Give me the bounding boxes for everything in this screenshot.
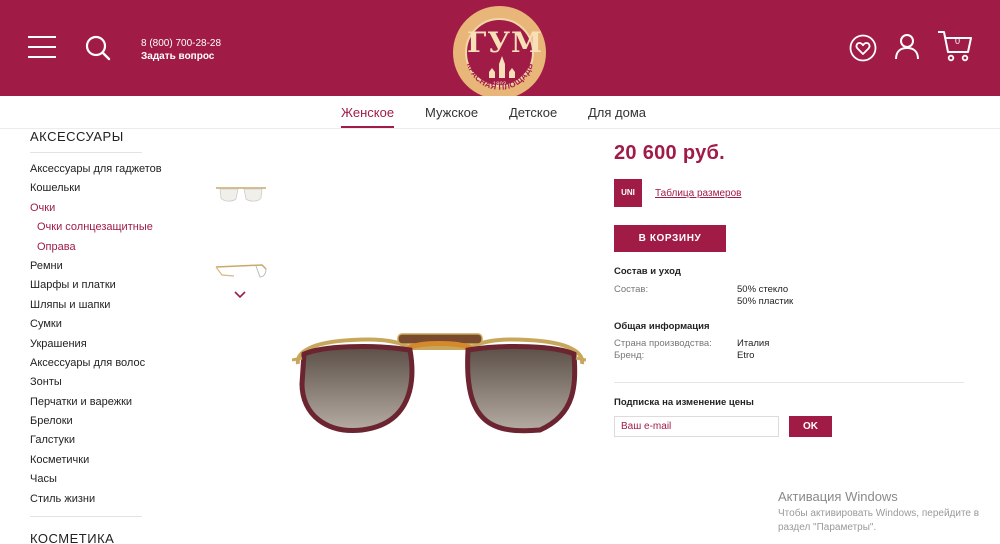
sidebar-item-watches[interactable]: Часы xyxy=(30,473,210,492)
nav-tab-kids[interactable]: Детское xyxy=(509,105,557,120)
sidebar-next-title[interactable]: КОСМЕТИКА xyxy=(30,531,114,544)
country-value: Италия xyxy=(737,338,770,349)
menu-icon[interactable] xyxy=(28,36,56,58)
product-price: 20 600 руб. xyxy=(614,142,726,164)
sidebar-item-ties[interactable]: Галстуки xyxy=(30,434,210,453)
country-label: Страна производства: xyxy=(614,338,712,349)
product-thumbnail-side[interactable] xyxy=(212,259,270,281)
site-header: 8 (800) 700-28-28 Задать вопрос ГУМ 1893… xyxy=(0,0,1000,103)
sidebar-menu: Аксессуары для гаджетов Кошельки Очки Оч… xyxy=(30,163,210,512)
gum-logo[interactable]: ГУМ 1893 КРАСНАЯ ПЛОЩАДЬ xyxy=(449,2,550,103)
add-to-cart-button[interactable]: В КОРЗИНУ xyxy=(614,225,726,252)
composition-heading: Состав и уход xyxy=(614,266,681,277)
windows-activation-title: Активация Windows xyxy=(778,489,898,504)
contact-block: 8 (800) 700-28-28 Задать вопрос xyxy=(141,37,221,63)
cart-count-badge: 0 xyxy=(955,36,961,46)
product-thumbnail-front[interactable] xyxy=(212,182,270,204)
nav-tab-men[interactable]: Мужское xyxy=(425,105,478,120)
cart-icon[interactable] xyxy=(937,30,973,62)
composition-label: Состав: xyxy=(614,284,649,295)
divider xyxy=(614,382,964,383)
sidebar-item-cosmetic-bags[interactable]: Косметички xyxy=(30,454,210,473)
sidebar-item-gadget-accessories[interactable]: Аксессуары для гаджетов xyxy=(30,163,210,182)
ask-question-link[interactable]: Задать вопрос xyxy=(141,50,221,63)
composition-value-2: 50% пластик xyxy=(737,296,794,307)
sidebar-item-scarves[interactable]: Шарфы и платки xyxy=(30,279,210,298)
account-icon[interactable] xyxy=(893,32,921,60)
phone-number[interactable]: 8 (800) 700-28-28 xyxy=(141,37,221,50)
nav-tab-women[interactable]: Женское xyxy=(341,105,394,120)
category-nav: Женское Мужское Детское Для дома xyxy=(0,96,1000,129)
sidebar-item-hair-accessories[interactable]: Аксессуары для волос xyxy=(30,357,210,376)
price-subscription-heading: Подписка на изменение цены xyxy=(614,397,754,408)
product-image-sunglasses[interactable] xyxy=(292,324,586,448)
chevron-down-icon[interactable] xyxy=(233,290,247,300)
sidebar-item-umbrellas[interactable]: Зонты xyxy=(30,376,210,395)
sidebar-title[interactable]: АКСЕССУАРЫ xyxy=(30,129,124,144)
sidebar-item-glasses[interactable]: Очки xyxy=(30,202,210,221)
brand-label: Бренд: xyxy=(614,350,645,361)
wishlist-icon[interactable] xyxy=(849,34,877,62)
windows-activation-text: Чтобы активировать Windows, перейдите в … xyxy=(778,508,980,533)
sidebar-item-keychains[interactable]: Брелоки xyxy=(30,415,210,434)
divider xyxy=(30,152,142,153)
composition-value-1: 50% стекло xyxy=(737,284,789,295)
email-field[interactable] xyxy=(614,416,779,437)
size-table-link[interactable]: Таблица размеров xyxy=(655,188,741,199)
general-info-heading: Общая информация xyxy=(614,321,710,332)
active-tab-underline xyxy=(341,126,394,128)
sidebar-item-wallets[interactable]: Кошельки xyxy=(30,182,210,201)
sidebar-item-belts[interactable]: Ремни xyxy=(30,260,210,279)
nav-tab-home[interactable]: Для дома xyxy=(588,105,646,120)
svg-text:КРАСНАЯ ПЛОЩАДЬ: КРАСНАЯ ПЛОЩАДЬ xyxy=(465,62,535,92)
search-icon[interactable] xyxy=(84,34,112,62)
size-option-uni[interactable]: UNI xyxy=(614,179,642,207)
sidebar-item-gloves[interactable]: Перчатки и варежки xyxy=(30,396,210,415)
sidebar-item-hats[interactable]: Шляпы и шапки xyxy=(30,299,210,318)
brand-value: Etro xyxy=(737,350,755,361)
sidebar-item-bags[interactable]: Сумки xyxy=(30,318,210,337)
logo-ring-text: КРАСНАЯ ПЛОЩАДЬ xyxy=(465,62,535,92)
sidebar-item-jewelry[interactable]: Украшения xyxy=(30,338,210,357)
sidebar-item-lifestyle[interactable]: Стиль жизни xyxy=(30,493,210,512)
sidebar-item-sunglasses[interactable]: Очки солнцезащитные xyxy=(30,221,210,240)
sidebar-item-frames[interactable]: Оправа xyxy=(30,241,210,260)
subscribe-ok-button[interactable]: OK xyxy=(789,416,832,437)
divider xyxy=(30,516,142,517)
